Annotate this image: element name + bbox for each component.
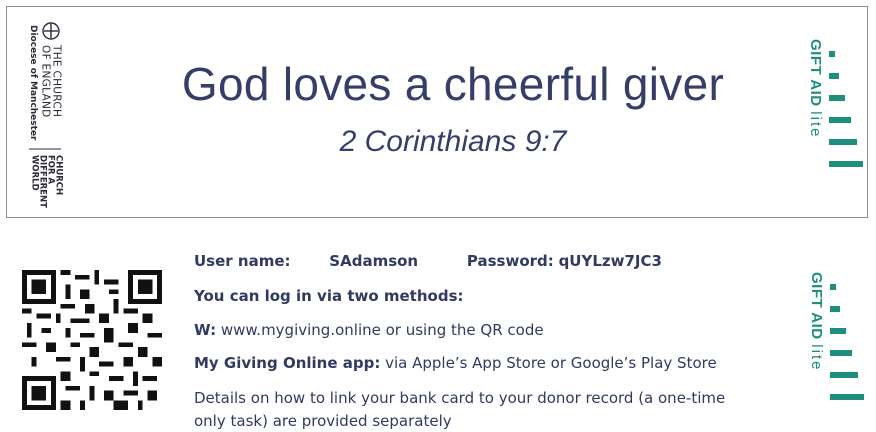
gift-aid-brand: GIFT AID bbox=[807, 39, 824, 107]
gift-aid-text: GIFT AID lite bbox=[807, 39, 824, 138]
web-link[interactable]: www.mygiving.online or using the QR code bbox=[221, 321, 544, 339]
app-label: My Giving Online app: bbox=[194, 354, 381, 372]
username-label: User name: bbox=[194, 252, 291, 270]
diocese-line1: THE CHURCH bbox=[50, 45, 63, 118]
gift-aid-suffix: lite bbox=[807, 111, 824, 139]
tagline-4: WORLD bbox=[29, 155, 40, 191]
headline: God loves a cheerful giver bbox=[181, 58, 725, 110]
gift-aid-brand-bottom: GIFT AID bbox=[808, 272, 825, 340]
gift-aid-suffix-bottom: lite bbox=[808, 344, 825, 372]
web-label: W: bbox=[194, 321, 217, 339]
password-label: Password: bbox=[466, 252, 554, 270]
diocese-line2: OF ENGLAND bbox=[39, 45, 52, 118]
qr-code bbox=[22, 270, 162, 410]
details-line2: only task) are provided separately bbox=[194, 412, 452, 430]
login-heading: You can log in via two methods: bbox=[194, 287, 464, 305]
password-value: qUYLzw7JC3 bbox=[558, 252, 662, 270]
diocese-name-3: Diocese of Manchester bbox=[28, 25, 38, 141]
app-text: via Apple’s App Store or Google’s Play S… bbox=[385, 354, 717, 372]
diocese-line3: Diocese of Manchester bbox=[28, 25, 38, 141]
diocese-logo: THE CHURCH OF ENGLAND Diocese of Manches… bbox=[21, 21, 71, 211]
details-line1: Details on how to link your bank card to… bbox=[194, 389, 726, 407]
tagline-line4: WORLD bbox=[29, 155, 40, 191]
gift-aid-logo-bottom: GIFT AID lite bbox=[808, 272, 876, 412]
diocese-name-2: OF ENGLAND bbox=[39, 45, 52, 118]
gift-aid-text-bottom: GIFT AID lite bbox=[808, 272, 825, 371]
header-card: THE CHURCH OF ENGLAND Diocese of Manches… bbox=[6, 6, 868, 218]
username-value: SAdamson bbox=[329, 252, 419, 270]
diocese-name: THE CHURCH bbox=[50, 45, 63, 118]
gift-aid-logo: GIFT AID lite bbox=[807, 39, 876, 179]
bible-verse: 2 Corinthians 9:7 bbox=[339, 125, 567, 158]
